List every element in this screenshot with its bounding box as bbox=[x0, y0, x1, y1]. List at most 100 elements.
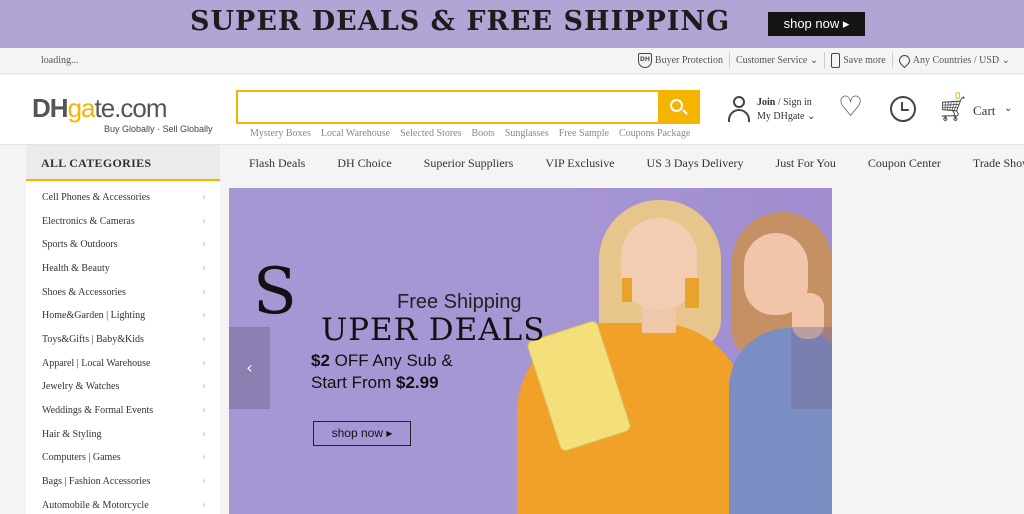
search-bar bbox=[236, 90, 700, 124]
category-item[interactable]: Apparel | Local Warehouse bbox=[42, 358, 150, 369]
chevron-right-icon: › bbox=[202, 452, 206, 463]
user-icon-body bbox=[728, 109, 750, 122]
hot-search-link[interactable]: Boots bbox=[471, 128, 494, 139]
loading-text: loading... bbox=[41, 55, 79, 66]
nav-flash-deals[interactable]: Flash Deals bbox=[249, 156, 305, 171]
chevron-right-icon: › bbox=[202, 239, 206, 250]
search-icon-handle bbox=[682, 109, 688, 115]
hot-search-link[interactable]: Local Warehouse bbox=[321, 128, 390, 139]
promo-shop-now-button[interactable]: shop now ▸ bbox=[768, 12, 865, 36]
hero-big-s: S bbox=[253, 255, 297, 329]
save-more-link[interactable]: Save more bbox=[825, 52, 893, 68]
join-signin-link[interactable]: Join / Sign in bbox=[757, 97, 812, 108]
main-nav: ALL CATEGORIES Flash Deals DH Choice Sup… bbox=[0, 144, 1024, 181]
region-selector[interactable]: Any Countries / USD ⌄ bbox=[893, 52, 1016, 68]
hot-search-link[interactable]: Sunglasses bbox=[505, 128, 549, 139]
phone-icon bbox=[831, 52, 841, 68]
nav-us-3-days-delivery[interactable]: US 3 Days Delivery bbox=[647, 156, 744, 171]
wishlist-heart-icon[interactable]: ♡ bbox=[838, 93, 863, 121]
nav-superior-suppliers[interactable]: Superior Suppliers bbox=[424, 156, 514, 171]
chevron-right-icon: › bbox=[202, 216, 206, 227]
buyer-protection-label: Buyer Protection bbox=[654, 54, 723, 66]
location-pin-icon bbox=[896, 52, 912, 68]
hero-price: $2.99 bbox=[396, 373, 439, 392]
site-header: DHgate.com Buy Globally · Sell Globally … bbox=[0, 75, 1024, 144]
hero-offer-line: $2 OFF Any Sub & bbox=[311, 351, 453, 371]
signin-link[interactable]: / Sign in bbox=[775, 97, 812, 108]
user-icon-head bbox=[733, 96, 745, 108]
nav-trade-show[interactable]: Trade Show bbox=[973, 156, 1024, 171]
chevron-right-icon: › bbox=[202, 381, 206, 392]
logo-tagline: Buy Globally · Sell Globally bbox=[104, 124, 213, 134]
nav-coupon-center[interactable]: Coupon Center bbox=[868, 156, 941, 171]
category-item[interactable]: Health & Beauty bbox=[42, 263, 110, 274]
category-item[interactable]: Sports & Outdoors bbox=[42, 239, 118, 250]
nav-vip-exclusive[interactable]: VIP Exclusive bbox=[545, 156, 614, 171]
hot-searches: Mystery Boxes Local Warehouse Selected S… bbox=[250, 128, 700, 139]
model-image bbox=[685, 278, 699, 308]
chevron-right-icon: › bbox=[202, 192, 206, 203]
category-item[interactable]: Electronics & Cameras bbox=[42, 216, 135, 227]
my-dhgate-link[interactable]: My DHgate ⌄ bbox=[757, 111, 815, 122]
category-sidebar: Cell Phones & Accessories › Electronics … bbox=[26, 182, 220, 514]
dhgate-logo[interactable]: DHgate.com bbox=[32, 93, 168, 124]
logo-ga: ga bbox=[67, 93, 96, 123]
model-image bbox=[622, 278, 632, 302]
hero-super-deals: UPER DEALS bbox=[321, 312, 546, 348]
category-item[interactable]: Shoes & Accessories bbox=[42, 287, 126, 298]
logo-te: te.com bbox=[94, 93, 167, 123]
buyer-protection-link[interactable]: DH Buyer Protection bbox=[632, 52, 730, 68]
customer-service-label: Customer Service ⌄ bbox=[735, 54, 819, 66]
region-label: Any Countries / USD ⌄ bbox=[912, 54, 1010, 66]
category-item[interactable]: Cell Phones & Accessories bbox=[42, 192, 150, 203]
category-item[interactable]: Toys&Gifts | Baby&Kids bbox=[42, 334, 144, 345]
category-item[interactable]: Jewelry & Watches bbox=[42, 381, 119, 392]
cart-count: 0 bbox=[955, 91, 961, 102]
cart-button[interactable]: 🛒︎ 0 Cart ⌄ bbox=[938, 91, 1018, 127]
promo-title: SUPER DEALS & FREE SHIPPING bbox=[190, 6, 731, 37]
hot-search-link[interactable]: Selected Stores bbox=[400, 128, 461, 139]
promo-banner[interactable]: SUPER DEALS & FREE SHIPPING shop now ▸ bbox=[0, 0, 1024, 48]
carousel-next-arrow-icon[interactable] bbox=[791, 327, 832, 409]
chevron-right-icon: › bbox=[202, 429, 206, 440]
hero-price-line: Start From $2.99 bbox=[311, 373, 439, 393]
search-input[interactable] bbox=[238, 92, 658, 122]
category-item[interactable]: Computers | Games bbox=[42, 452, 121, 463]
chevron-right-icon: › bbox=[202, 476, 206, 487]
join-link[interactable]: Join bbox=[757, 97, 775, 108]
utility-bar: loading... DH Buyer Protection Customer … bbox=[0, 48, 1024, 74]
chevron-right-icon: › bbox=[202, 405, 206, 416]
hero-offer-amount: $2 bbox=[311, 351, 330, 370]
search-button[interactable] bbox=[658, 92, 698, 122]
history-clock-icon[interactable] bbox=[890, 96, 916, 122]
all-categories-tab[interactable]: ALL CATEGORIES bbox=[26, 145, 220, 181]
user-icon bbox=[726, 95, 752, 123]
utility-links: DH Buyer Protection Customer Service ⌄ S… bbox=[632, 52, 1016, 68]
hero-free-shipping: Free Shipping bbox=[397, 291, 522, 313]
clock-hand bbox=[902, 109, 909, 111]
save-more-label: Save more bbox=[843, 54, 886, 66]
chevron-right-icon: › bbox=[202, 287, 206, 298]
category-item[interactable]: Hair & Styling bbox=[42, 429, 101, 440]
hot-search-link[interactable]: Mystery Boxes bbox=[250, 128, 311, 139]
hero-carousel[interactable]: S Free Shipping UPER DEALS $2 OFF Any Su… bbox=[229, 188, 832, 514]
chevron-right-icon: › bbox=[202, 334, 206, 345]
account-menu[interactable]: Join / Sign in My DHgate ⌄ bbox=[726, 95, 826, 125]
logo-dh: DH bbox=[32, 93, 69, 123]
category-item[interactable]: Weddings & Formal Events bbox=[42, 405, 153, 416]
customer-service-link[interactable]: Customer Service ⌄ bbox=[730, 52, 826, 68]
carousel-prev-arrow-icon[interactable]: ‹ bbox=[229, 327, 270, 409]
nav-dh-choice[interactable]: DH Choice bbox=[337, 156, 391, 171]
hero-shop-now-button[interactable]: shop now ▸ bbox=[313, 421, 411, 446]
nav-just-for-you[interactable]: Just For You bbox=[776, 156, 836, 171]
category-item[interactable]: Bags | Fashion Accessories bbox=[42, 476, 150, 487]
hot-search-link[interactable]: Free Sample bbox=[559, 128, 609, 139]
hero-price-prefix: Start From bbox=[311, 373, 397, 392]
category-item[interactable]: Home&Garden | Lighting bbox=[42, 310, 145, 321]
hot-search-link[interactable]: Coupons Package bbox=[619, 128, 690, 139]
cart-icon: 🛒︎ bbox=[938, 95, 969, 123]
right-panel bbox=[836, 182, 1024, 514]
chevron-right-icon: › bbox=[202, 263, 206, 274]
chevron-down-icon: ⌄ bbox=[1004, 103, 1013, 114]
category-item[interactable]: Automobile & Motorcycle bbox=[42, 500, 149, 511]
